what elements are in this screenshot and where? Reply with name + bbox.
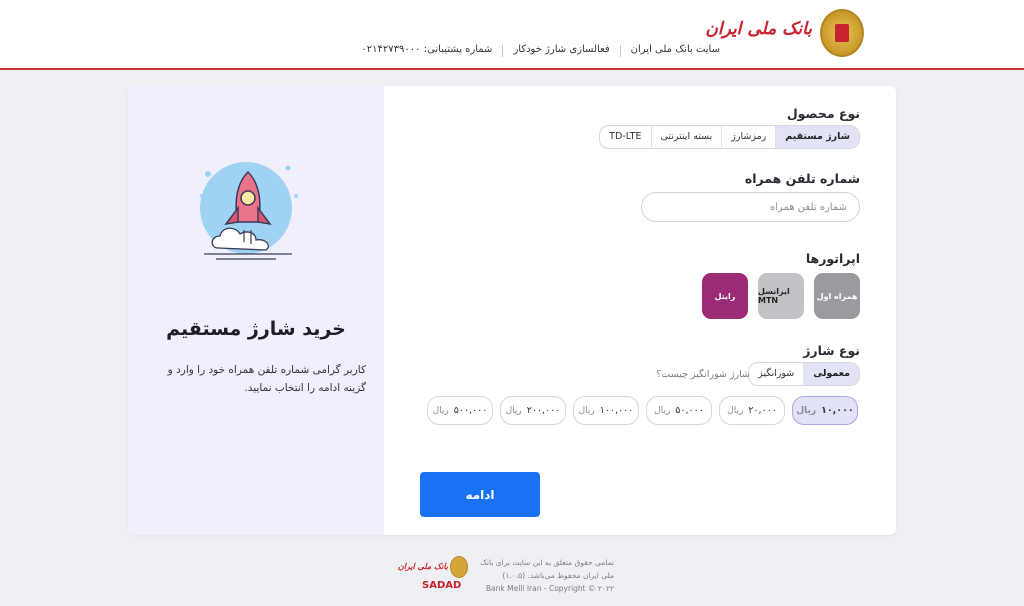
amount-value: ۵۰,۰۰۰	[675, 405, 704, 416]
tab-td-lte[interactable]: TD-LTE	[600, 126, 650, 148]
intro-panel: خرید شارژ مستقیم کاربر گرامی شماره تلفن …	[128, 86, 384, 535]
footer-copyright: Bank Melli Iran - Copyright © ۲۰۲۲	[485, 584, 614, 593]
charge-type-label: نوع شارژ	[803, 343, 860, 358]
rightel-logo-icon: رایتل	[714, 291, 736, 301]
amount-option[interactable]: ۲۰۰,۰۰۰ ریال	[500, 396, 566, 425]
nav-link-auto-charge[interactable]: فعالسازی شارژ خودکار	[503, 44, 619, 57]
purchase-form: نوع محصول شارژ مستقیم رمزشارژ بسته اینتر…	[384, 86, 896, 535]
sadad-logo: SADAD	[422, 580, 462, 591]
support-phone: شماره پشتیبانی: ۰۲۱۴۲۷۳۹۰۰۰	[361, 44, 493, 55]
operator-mci-button[interactable]: همراه اول	[814, 273, 860, 319]
page-title: خرید شارژ مستقیم	[166, 318, 346, 340]
currency-label: ریال	[578, 405, 595, 416]
amount-value: ۱۰,۰۰۰	[821, 405, 854, 416]
nav-divider	[619, 45, 621, 57]
page-description: کاربر گرامی شماره تلفن همراه خود را وارد…	[167, 364, 366, 394]
mci-logo-icon: همراه اول	[816, 291, 858, 301]
phone-input[interactable]	[641, 192, 860, 222]
footer-rights: تمامی حقوق متعلق به این سایت برای بانک م…	[480, 558, 614, 580]
amount-option[interactable]: ۲۰,۰۰۰ ریال	[719, 396, 785, 425]
exciting-charge-help-link[interactable]: شارژ شورانگیز چیست؟	[656, 369, 750, 380]
tab-internet-package[interactable]: بسته اینترنتی	[650, 126, 722, 148]
bank-logo[interactable]: بانک ملی ایران	[705, 9, 864, 57]
operator-rightel-button[interactable]: رایتل	[702, 273, 748, 319]
currency-label: ریال	[727, 405, 744, 416]
amount-value: ۲۰۰,۰۰۰	[526, 405, 561, 416]
rocket-illustration-icon	[200, 162, 298, 260]
amount-option[interactable]: ۱۰۰,۰۰۰ ریال	[573, 396, 639, 425]
operator-irancell-button[interactable]: ایرانسل MTN	[758, 273, 804, 319]
currency-label: ریال	[796, 405, 817, 416]
bank-emblem-icon	[820, 9, 864, 57]
charge-type-selector: معمولی شورانگیز	[748, 362, 860, 386]
charge-type-normal[interactable]: معمولی	[803, 363, 859, 385]
phone-label: شماره تلفن همراه	[744, 171, 860, 186]
top-nav: سایت بانک ملی ایران فعالسازی شارژ خودکار…	[351, 44, 730, 57]
currency-label: ریال	[654, 405, 671, 416]
amount-option[interactable]: ۱۰,۰۰۰ ریال	[792, 396, 858, 425]
continue-button[interactable]: ادامه	[420, 472, 540, 517]
bank-emblem-icon	[450, 556, 468, 578]
irancell-logo-icon: ایرانسل MTN	[758, 287, 790, 305]
operators-label: اپراتورها	[805, 251, 860, 266]
site-header: بانک ملی ایران سایت بانک ملی ایران فعالس…	[0, 0, 1024, 70]
amount-value: ۵۰۰,۰۰۰	[453, 405, 488, 416]
bank-logo-text: بانک ملی ایران	[705, 19, 812, 39]
amount-option[interactable]: ۵۰۰,۰۰۰ ریال	[427, 396, 493, 425]
nav-link-bank-site[interactable]: سایت بانک ملی ایران	[621, 44, 730, 57]
footer-logo: بانک ملی ایران SADAD	[398, 555, 470, 597]
currency-label: ریال	[432, 405, 449, 416]
tab-charge-pin[interactable]: رمزشارژ	[721, 126, 775, 148]
charge-type-exciting[interactable]: شورانگیز	[749, 363, 803, 385]
amount-options: ۱۰,۰۰۰ ریال ۲۰,۰۰۰ ریال ۵۰,۰۰۰ ریال ۱۰۰,…	[420, 396, 858, 425]
purchase-card: خرید شارژ مستقیم کاربر گرامی شماره تلفن …	[128, 86, 896, 535]
amount-value: ۲۰,۰۰۰	[748, 405, 777, 416]
product-type-selector: شارژ مستقیم رمزشارژ بسته اینترنتی TD-LTE	[599, 125, 860, 149]
tab-direct-charge[interactable]: شارژ مستقیم	[775, 126, 859, 148]
amount-option[interactable]: ۵۰,۰۰۰ ریال	[646, 396, 712, 425]
product-type-label: نوع محصول	[786, 106, 860, 121]
footer-bank-name: بانک ملی ایران	[397, 561, 448, 571]
nav-divider	[502, 45, 504, 57]
currency-label: ریال	[505, 405, 522, 416]
amount-value: ۱۰۰,۰۰۰	[599, 405, 634, 416]
